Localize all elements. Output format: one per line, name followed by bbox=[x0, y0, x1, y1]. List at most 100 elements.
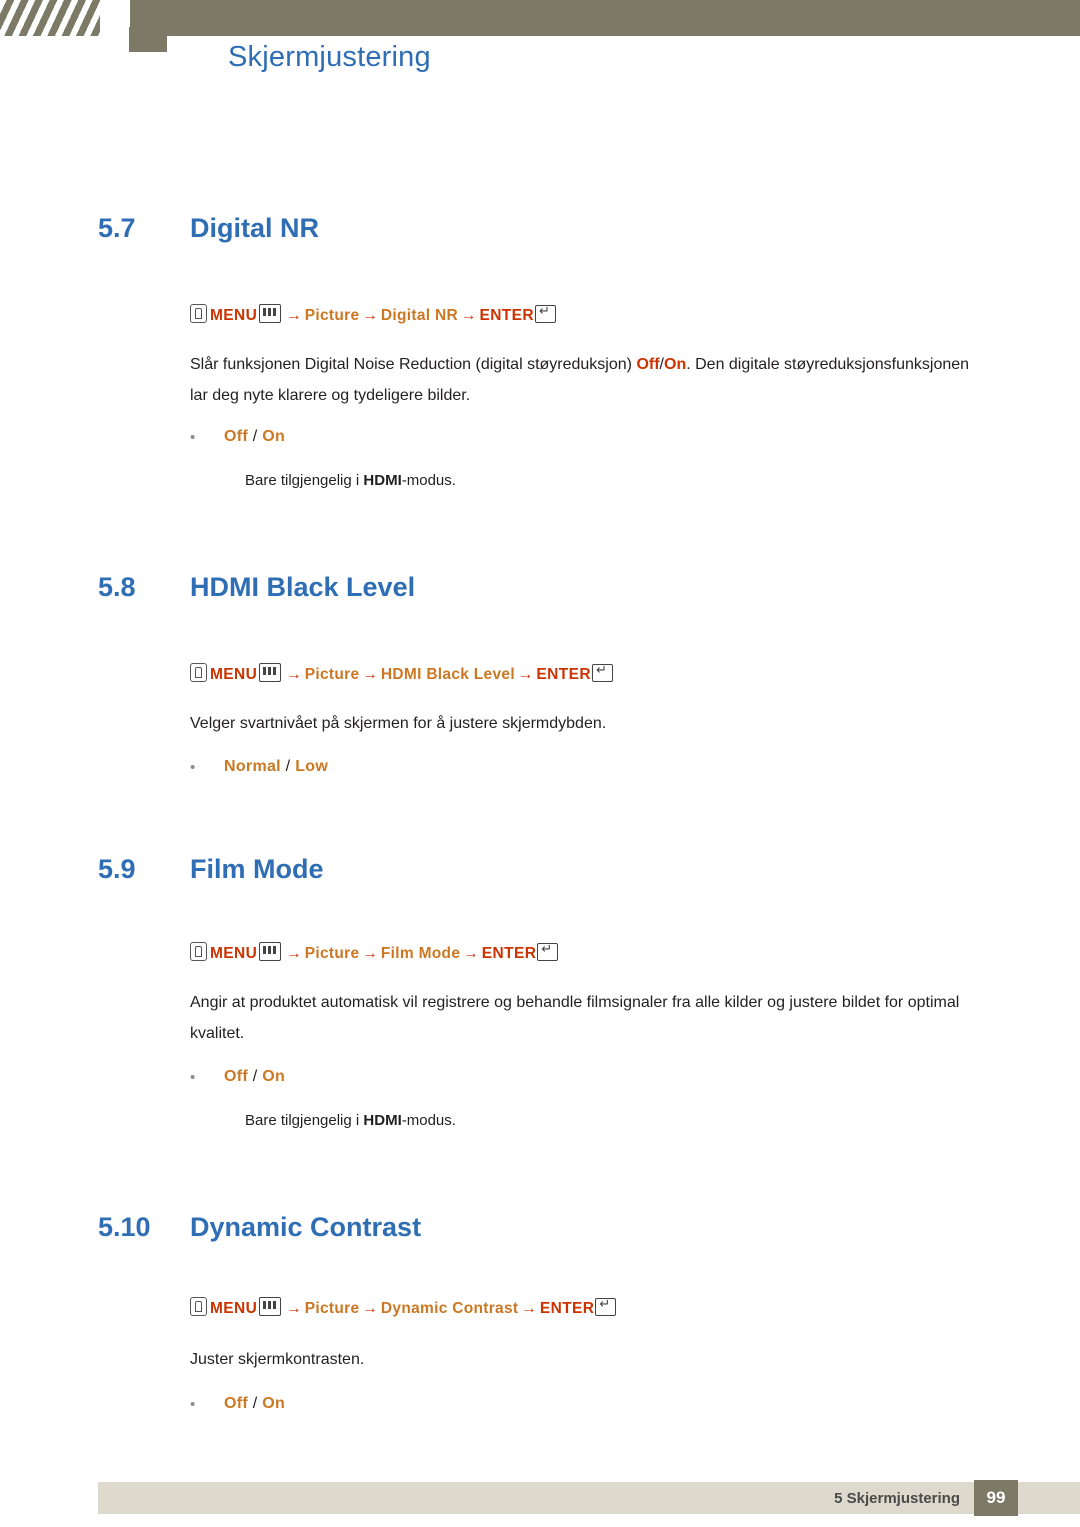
option-values: Off / On bbox=[224, 427, 285, 447]
menu-path: MENU → Picture → HDMI Black Level → ENTER bbox=[190, 662, 613, 685]
header-tab-decoration bbox=[129, 27, 167, 52]
section-name: Dynamic Contrast bbox=[190, 1212, 422, 1242]
menu-button-icon bbox=[259, 942, 282, 961]
path-segment-feature: Film Mode bbox=[380, 945, 461, 962]
enter-keyword: ENTER bbox=[536, 666, 591, 683]
section-number: 5.10 bbox=[98, 1212, 151, 1242]
enter-key-icon bbox=[537, 941, 559, 961]
enter-key-icon bbox=[535, 303, 557, 323]
option-separator: / bbox=[248, 1395, 263, 1412]
option-value: Normal bbox=[224, 758, 281, 775]
bullet-dot-icon: • bbox=[190, 759, 196, 776]
section-number: 5.8 bbox=[98, 572, 136, 602]
option-value: On bbox=[262, 1395, 286, 1412]
section-dynamic-contrast: 5.10 Dynamic Contrast MENU → Picture → Dynam… bbox=[0, 1212, 1080, 1413]
menu-path: MENU → Picture → Digital NR → ENTER bbox=[190, 303, 557, 326]
arrow-icon: → bbox=[362, 666, 378, 683]
section-number: 5.7 bbox=[98, 213, 136, 243]
option-value: Off bbox=[224, 1068, 249, 1085]
path-segment-picture: Picture bbox=[304, 1300, 360, 1317]
menu-path: MENU → Picture → Dynamic Contrast → ENTER bbox=[190, 1296, 617, 1319]
arrow-icon: → bbox=[286, 666, 302, 683]
arrow-icon: → bbox=[362, 307, 378, 324]
menu-keyword: MENU bbox=[210, 945, 258, 962]
option-value: Off bbox=[224, 1395, 249, 1412]
header-white-gap bbox=[100, 0, 130, 36]
section-body: Angir at produktet automatisk vil regist… bbox=[190, 987, 980, 1049]
menu-keyword: MENU bbox=[210, 307, 258, 324]
body-text-part: Slår funksjonen Digital Noise Reduction … bbox=[190, 356, 637, 373]
page-title: Skjermjustering bbox=[228, 41, 431, 73]
option-separator: / bbox=[248, 428, 263, 445]
menu-button-icon bbox=[259, 304, 282, 323]
menu-keyword: MENU bbox=[210, 666, 258, 683]
note-keyword: HDMI bbox=[363, 472, 402, 489]
note-keyword: HDMI bbox=[363, 1112, 402, 1129]
path-segment-feature: HDMI Black Level bbox=[380, 666, 515, 683]
path-segment-feature: Digital NR bbox=[380, 307, 458, 324]
bullet-dot-icon: • bbox=[190, 429, 196, 446]
menu-keyword: MENU bbox=[210, 1300, 258, 1317]
section-hdmi-black-level: 5.8 HDMI Black Level MENU → Picture → HDMI B… bbox=[0, 572, 1080, 776]
option-value: Low bbox=[295, 758, 329, 775]
menu-button-icon bbox=[259, 663, 282, 682]
section-number: 5.9 bbox=[98, 854, 136, 884]
enter-key-icon bbox=[591, 662, 613, 682]
note-prefix: Bare tilgjengelig i bbox=[245, 472, 364, 489]
path-segment-picture: Picture bbox=[304, 945, 360, 962]
body-text-part: Juster skjermkontrasten. bbox=[190, 1351, 365, 1368]
section-heading: 5.7 Digital NR bbox=[0, 213, 1080, 249]
path-segment-picture: Picture bbox=[304, 307, 360, 324]
option-separator: / bbox=[248, 1068, 263, 1085]
arrow-icon: → bbox=[521, 1300, 537, 1317]
section-digital-nr: 5.7 Digital NR MENU → Picture → Digital NR → E… bbox=[0, 213, 1080, 489]
body-text-part: Angir at produktet automatisk vil regist… bbox=[190, 994, 960, 1042]
section-body: Velger svartnivået på skjermen for å jus… bbox=[190, 708, 980, 739]
option-value: On bbox=[262, 428, 286, 445]
section-film-mode: 5.9 Film Mode MENU → Picture → Film Mode → ENT… bbox=[0, 854, 1080, 1129]
section-heading: 5.8 HDMI Black Level bbox=[0, 572, 1080, 608]
arrow-icon: → bbox=[463, 945, 479, 962]
option-values: Off / On bbox=[224, 1067, 285, 1087]
bullet-dot-icon: • bbox=[190, 1396, 196, 1413]
enter-keyword: ENTER bbox=[539, 1300, 595, 1317]
body-text-part: Off bbox=[636, 356, 660, 373]
availability-note: Bare tilgjengelig i HDMI-modus. bbox=[245, 472, 456, 489]
hand-icon bbox=[190, 663, 207, 682]
arrow-icon: → bbox=[460, 307, 477, 324]
arrow-icon: → bbox=[286, 945, 302, 962]
option-separator: / bbox=[280, 758, 296, 775]
body-text-part: On bbox=[664, 356, 687, 373]
section-body: Slår funksjonen Digital Noise Reduction … bbox=[190, 349, 980, 411]
note-suffix: -modus. bbox=[401, 1112, 456, 1129]
hand-icon bbox=[190, 942, 207, 961]
footer-page-number: 99 bbox=[974, 1480, 1018, 1516]
section-name: Film Mode bbox=[190, 854, 324, 884]
path-segment-feature: Dynamic Contrast bbox=[380, 1300, 519, 1317]
menu-path: MENU → Picture → Film Mode → ENTER bbox=[190, 941, 559, 964]
body-text-part: Velger svartnivået på skjermen for å jus… bbox=[190, 715, 607, 732]
hand-icon bbox=[190, 304, 207, 323]
note-suffix: -modus. bbox=[401, 472, 456, 489]
header-hatch-decoration bbox=[0, 0, 100, 36]
option-values: Off / On bbox=[224, 1394, 285, 1414]
option-value: Off bbox=[224, 428, 249, 445]
option-values: Normal / Low bbox=[224, 757, 328, 777]
enter-key-icon bbox=[595, 1296, 617, 1316]
section-body: Juster skjermkontrasten. bbox=[190, 1344, 980, 1375]
menu-button-icon bbox=[259, 1297, 282, 1316]
enter-keyword: ENTER bbox=[481, 945, 537, 962]
arrow-icon: → bbox=[286, 1300, 302, 1317]
enter-keyword: ENTER bbox=[479, 307, 535, 324]
section-name: Digital NR bbox=[190, 213, 320, 243]
footer-chapter-label: 5 Skjermjustering bbox=[834, 1490, 960, 1507]
availability-note: Bare tilgjengelig i HDMI-modus. bbox=[245, 1112, 456, 1129]
section-heading: 5.10 Dynamic Contrast bbox=[0, 1212, 1080, 1248]
option-value: On bbox=[262, 1068, 286, 1085]
bullet-dot-icon: • bbox=[190, 1069, 196, 1086]
hand-icon bbox=[190, 1297, 207, 1316]
section-heading: 5.9 Film Mode bbox=[0, 854, 1080, 890]
path-segment-picture: Picture bbox=[304, 666, 360, 683]
arrow-icon: → bbox=[362, 1300, 378, 1317]
arrow-icon: → bbox=[517, 666, 534, 683]
